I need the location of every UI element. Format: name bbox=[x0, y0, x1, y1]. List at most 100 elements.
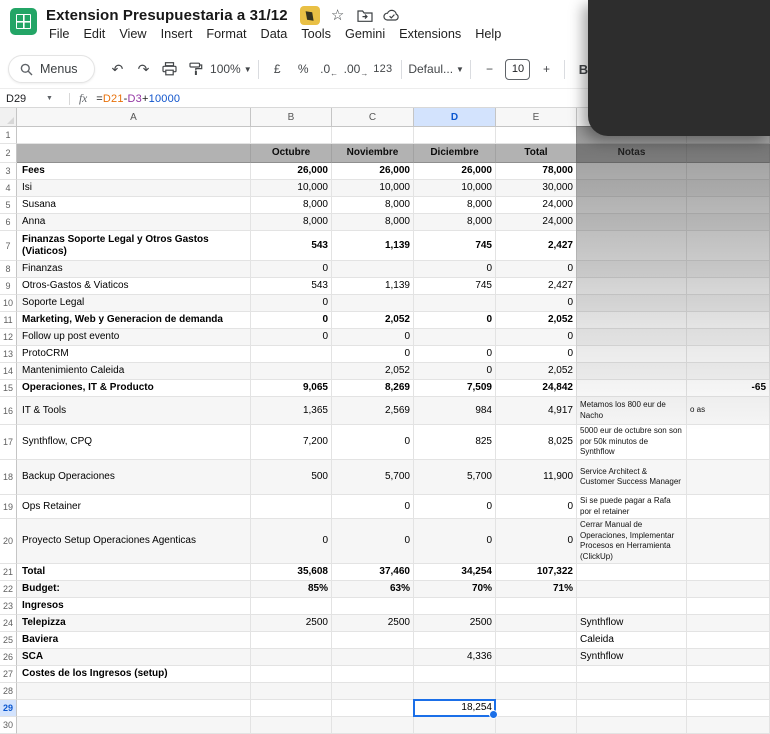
cell-C22[interactable]: 63% bbox=[332, 581, 414, 598]
cell-C11[interactable]: 2,052 bbox=[332, 312, 414, 329]
cell-D3[interactable]: 26,000 bbox=[414, 163, 496, 180]
row-header-20[interactable]: 20 bbox=[0, 519, 17, 564]
cell-F20[interactable]: Cerrar Manual de Operaciones, Implementa… bbox=[577, 519, 687, 564]
cell-F16[interactable]: Metamos los 800 eur de Nacho bbox=[577, 397, 687, 425]
row-header-7[interactable]: 7 bbox=[0, 231, 17, 261]
cell-F22[interactable] bbox=[577, 581, 687, 598]
cell-G10[interactable] bbox=[687, 295, 770, 312]
row-header-3[interactable]: 3 bbox=[0, 163, 17, 180]
cell-G20[interactable] bbox=[687, 519, 770, 564]
cell-B21[interactable]: 35,608 bbox=[251, 564, 332, 581]
cell-A21[interactable]: Total bbox=[17, 564, 251, 581]
cell-A4[interactable]: Isi bbox=[17, 180, 251, 197]
row-header-13[interactable]: 13 bbox=[0, 346, 17, 363]
percent-format-button[interactable]: % bbox=[292, 57, 315, 81]
row-header-1[interactable]: 1 bbox=[0, 127, 17, 144]
row-header-18[interactable]: 18 bbox=[0, 460, 17, 495]
cell-C27[interactable] bbox=[332, 666, 414, 683]
cell-B2[interactable]: Octubre bbox=[251, 144, 332, 163]
cell-D28[interactable] bbox=[414, 683, 496, 700]
cell-A1[interactable] bbox=[17, 127, 251, 144]
cell-E24[interactable] bbox=[496, 615, 577, 632]
menu-gemini[interactable]: Gemini bbox=[338, 24, 392, 44]
cell-E26[interactable] bbox=[496, 649, 577, 666]
cell-A16[interactable]: IT & Tools bbox=[17, 397, 251, 425]
cell-E6[interactable]: 24,000 bbox=[496, 214, 577, 231]
cell-D30[interactable] bbox=[414, 717, 496, 734]
cell-F30[interactable] bbox=[577, 717, 687, 734]
cell-F14[interactable] bbox=[577, 363, 687, 380]
row-header-29[interactable]: 29 bbox=[0, 700, 17, 717]
cell-E17[interactable]: 8,025 bbox=[496, 425, 577, 460]
cell-A7[interactable]: Finanzas Soporte Legal y Otros Gastos (V… bbox=[17, 231, 251, 261]
cell-G24[interactable] bbox=[687, 615, 770, 632]
cell-C21[interactable]: 37,460 bbox=[332, 564, 414, 581]
cell-E16[interactable]: 4,917 bbox=[496, 397, 577, 425]
cell-E12[interactable]: 0 bbox=[496, 329, 577, 346]
cell-D1[interactable] bbox=[414, 127, 496, 144]
cell-D25[interactable] bbox=[414, 632, 496, 649]
cell-F26[interactable]: Synthflow bbox=[577, 649, 687, 666]
cell-G28[interactable] bbox=[687, 683, 770, 700]
cell-B30[interactable] bbox=[251, 717, 332, 734]
cell-C24[interactable]: 2500 bbox=[332, 615, 414, 632]
row-header-14[interactable]: 14 bbox=[0, 363, 17, 380]
cell-A12[interactable]: Follow up post evento bbox=[17, 329, 251, 346]
cell-G13[interactable] bbox=[687, 346, 770, 363]
cell-G12[interactable] bbox=[687, 329, 770, 346]
cell-C28[interactable] bbox=[332, 683, 414, 700]
decrease-decimal-button[interactable]: .0← bbox=[318, 57, 341, 81]
row-header-16[interactable]: 16 bbox=[0, 397, 17, 425]
cell-F21[interactable] bbox=[577, 564, 687, 581]
cell-B3[interactable]: 26,000 bbox=[251, 163, 332, 180]
row-header-12[interactable]: 12 bbox=[0, 329, 17, 346]
cell-C18[interactable]: 5,700 bbox=[332, 460, 414, 495]
cell-E13[interactable]: 0 bbox=[496, 346, 577, 363]
cell-F24[interactable]: Synthflow bbox=[577, 615, 687, 632]
chevron-down-icon[interactable]: ▼ bbox=[46, 95, 53, 102]
cell-B5[interactable]: 8,000 bbox=[251, 197, 332, 214]
cell-C26[interactable] bbox=[332, 649, 414, 666]
cell-D26[interactable]: 4,336 bbox=[414, 649, 496, 666]
cell-G16[interactable]: o as bbox=[687, 397, 770, 425]
row-header-10[interactable]: 10 bbox=[0, 295, 17, 312]
cell-B11[interactable]: 0 bbox=[251, 312, 332, 329]
row-header-6[interactable]: 6 bbox=[0, 214, 17, 231]
cell-G25[interactable] bbox=[687, 632, 770, 649]
cell-D9[interactable]: 745 bbox=[414, 278, 496, 295]
cell-G22[interactable] bbox=[687, 581, 770, 598]
cell-G2[interactable] bbox=[687, 144, 770, 163]
cell-B15[interactable]: 9,065 bbox=[251, 380, 332, 397]
cell-C13[interactable]: 0 bbox=[332, 346, 414, 363]
cell-F25[interactable]: Caleida bbox=[577, 632, 687, 649]
cell-F7[interactable] bbox=[577, 231, 687, 261]
row-header-17[interactable]: 17 bbox=[0, 425, 17, 460]
column-header-B[interactable]: B bbox=[251, 108, 332, 127]
cell-F17[interactable]: 5000 eur de octubre son son por 50k minu… bbox=[577, 425, 687, 460]
cell-G8[interactable] bbox=[687, 261, 770, 278]
cell-B17[interactable]: 7,200 bbox=[251, 425, 332, 460]
cell-B19[interactable] bbox=[251, 495, 332, 519]
row-header-22[interactable]: 22 bbox=[0, 581, 17, 598]
row-header-28[interactable]: 28 bbox=[0, 683, 17, 700]
cell-B6[interactable]: 8,000 bbox=[251, 214, 332, 231]
decrease-font-size-button[interactable]: − bbox=[478, 57, 501, 81]
cell-A3[interactable]: Fees bbox=[17, 163, 251, 180]
cell-F28[interactable] bbox=[577, 683, 687, 700]
cell-G3[interactable] bbox=[687, 163, 770, 180]
cell-B22[interactable]: 85% bbox=[251, 581, 332, 598]
row-header-4[interactable]: 4 bbox=[0, 180, 17, 197]
cell-D18[interactable]: 5,700 bbox=[414, 460, 496, 495]
cell-E22[interactable]: 71% bbox=[496, 581, 577, 598]
cell-A28[interactable] bbox=[17, 683, 251, 700]
cell-D24[interactable]: 2500 bbox=[414, 615, 496, 632]
cell-B18[interactable]: 500 bbox=[251, 460, 332, 495]
cell-A24[interactable]: Telepizza bbox=[17, 615, 251, 632]
cell-F18[interactable]: Service Architect & Customer Success Man… bbox=[577, 460, 687, 495]
cell-A17[interactable]: Synthflow, CPQ bbox=[17, 425, 251, 460]
cell-G15[interactable]: -65 bbox=[687, 380, 770, 397]
cell-B1[interactable] bbox=[251, 127, 332, 144]
cell-E21[interactable]: 107,322 bbox=[496, 564, 577, 581]
cell-F5[interactable] bbox=[577, 197, 687, 214]
cell-E27[interactable] bbox=[496, 666, 577, 683]
